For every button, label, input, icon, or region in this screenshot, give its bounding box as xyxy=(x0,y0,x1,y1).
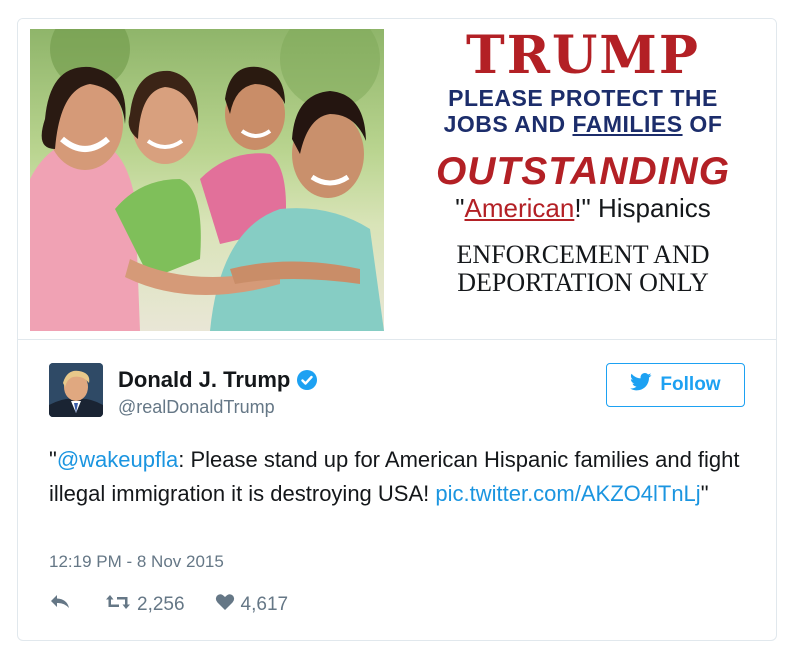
like-count: 4,617 xyxy=(240,594,289,615)
avatar[interactable] xyxy=(49,363,103,417)
reply-icon xyxy=(49,593,71,617)
ad-outstanding: OUTSTANDING xyxy=(435,150,731,193)
follow-button[interactable]: Follow xyxy=(606,363,745,407)
ad-text-block: TRUMP PLEASE PROTECT THE JOBS AND FAMILI… xyxy=(390,25,776,297)
verified-badge-icon xyxy=(296,369,318,391)
ad-hispanics: "American!" Hispanics xyxy=(455,193,711,223)
tweet-actions: 2,256 4,617 xyxy=(49,591,288,619)
mention-link[interactable]: @wakeupfla xyxy=(57,447,178,472)
display-name-text[interactable]: Donald J. Trump xyxy=(118,367,290,393)
ad-title: TRUMP xyxy=(466,25,700,86)
timestamp[interactable]: 12:19 PM - 8 Nov 2015 xyxy=(49,552,224,572)
follow-label: Follow xyxy=(660,374,721,395)
ad-enforcement: ENFORCEMENT AND DEPORTATION ONLY xyxy=(456,240,710,297)
username[interactable]: @realDonaldTrump xyxy=(118,397,275,418)
display-name[interactable]: Donald J. Trump xyxy=(118,367,318,393)
twitter-bird-icon xyxy=(630,373,652,397)
family-photo xyxy=(30,29,384,331)
retweet-button[interactable]: 2,256 xyxy=(105,593,185,617)
retweet-icon xyxy=(105,593,131,617)
heart-icon xyxy=(215,593,235,617)
ad-line-2: JOBS AND FAMILIES OF xyxy=(443,111,723,137)
tweet-media-image[interactable]: TRUMP PLEASE PROTECT THE JOBS AND FAMILI… xyxy=(18,19,776,340)
ad-line-1: PLEASE PROTECT THE xyxy=(448,85,718,111)
media-link[interactable]: pic.twitter.com/AKZO4lTnLj xyxy=(435,481,700,506)
tweet-text: "@wakeupfla: Please stand up for America… xyxy=(49,447,740,506)
reply-button[interactable] xyxy=(49,593,71,617)
tweet-card: TRUMP PLEASE PROTECT THE JOBS AND FAMILI… xyxy=(17,18,777,641)
like-button[interactable]: 4,617 xyxy=(215,593,289,617)
retweet-count: 2,256 xyxy=(137,594,185,615)
